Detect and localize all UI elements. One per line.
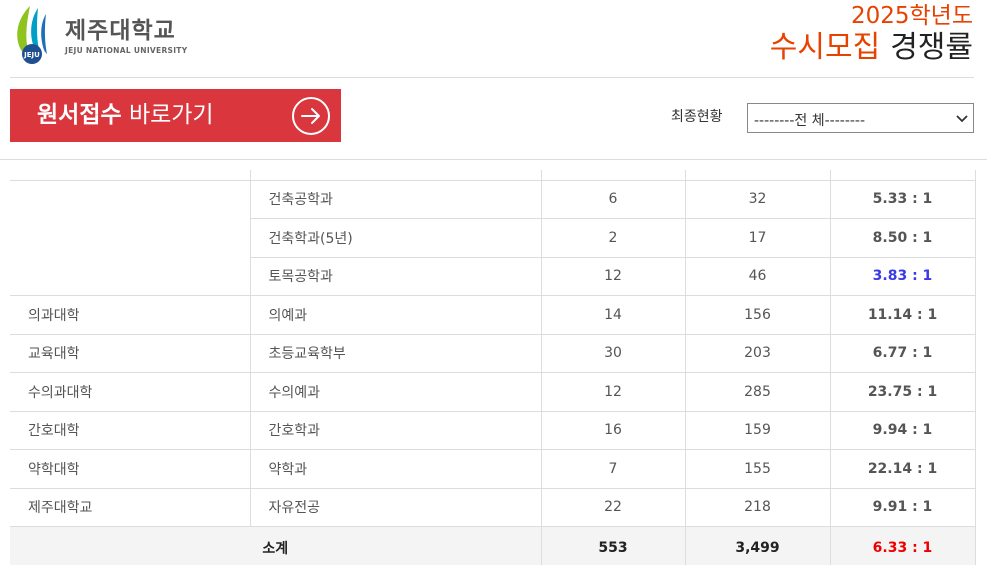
applicants-cell: 155: [684, 449, 831, 489]
college-cell: 제주대학교: [10, 487, 251, 527]
quota-cell: 22: [540, 487, 686, 527]
quota-cell: 12: [540, 372, 686, 412]
table-row: 의과대학 의예과 14 156 11.14 : 1: [10, 295, 976, 335]
header: JEJU 제주대학교 JEJU NATIONAL UNIVERSITY 2025…: [0, 0, 987, 78]
ratio-cell: 23.75 : 1: [829, 372, 976, 412]
apply-button-rest: 바로가기: [128, 102, 214, 128]
applicants-cell: 32: [684, 179, 831, 219]
competition-table: 건축공학과 6 32 5.33 : 1 건축학과(5년) 2 17 8.50 :…: [10, 170, 976, 565]
quota-cell: 7: [540, 449, 686, 489]
table-row: 약학대학 약학과 7 155 22.14 : 1: [10, 449, 976, 489]
table-row: 수의과대학 수의예과 12 285 23.75 : 1: [10, 372, 976, 412]
table-row: 건축공학과 6 32 5.33 : 1: [10, 179, 976, 296]
competition-table-container[interactable]: 건축공학과 6 32 5.33 : 1 건축학과(5년) 2 17 8.50 :…: [0, 159, 987, 565]
college-cell: 약학대학: [10, 449, 251, 489]
page-title: 수시모집 경쟁률: [770, 30, 973, 66]
filter-selected-value: --------전 체--------: [754, 113, 866, 129]
college-cell: 간호대학: [10, 410, 251, 450]
university-logo[interactable]: JEJU 제주대학교 JEJU NATIONAL UNIVERSITY: [8, 4, 188, 66]
quota-cell: 16: [540, 410, 686, 450]
applicants-cell: 17: [684, 218, 831, 258]
applicants-cell: 218: [684, 487, 831, 527]
ratio-cell: 8.50 : 1: [829, 218, 976, 258]
quota-cell: 30: [540, 333, 686, 373]
total-label-cell: 소계: [10, 526, 542, 565]
applicants-cell: 285: [684, 372, 831, 412]
college-cell: 교육대학: [10, 333, 251, 373]
dept-cell: 건축학과(5년): [250, 218, 542, 258]
page-year: 2025학년도: [850, 3, 973, 29]
filter-label: 최종현황: [671, 109, 723, 125]
quota-cell: 6: [540, 179, 686, 219]
applicants-cell: 156: [684, 295, 831, 335]
logo-name: 제주대학교: [65, 18, 176, 44]
table-total-row: 소계 553 3,499 6.33 : 1: [10, 526, 976, 565]
page-title-red: 수시모집: [769, 30, 881, 65]
quota-cell: 2: [540, 218, 686, 258]
ratio-cell: 9.91 : 1: [829, 487, 976, 527]
dept-cell: 수의예과: [249, 372, 542, 412]
ratio-cell: 22.14 : 1: [829, 449, 976, 489]
ratio-cell: 11.14 : 1: [829, 295, 976, 335]
dept-cell: 의예과: [249, 295, 542, 335]
table-row: 제주대학교 자유전공 22 218 9.91 : 1: [10, 487, 976, 527]
college-filter-select[interactable]: --------전 체--------: [747, 103, 974, 133]
apply-button-label: 원서접수 바로가기: [37, 101, 214, 129]
college-cell: [10, 179, 251, 296]
ratio-cell: 6.77 : 1: [829, 333, 976, 373]
apply-button-bold: 원서접수: [37, 102, 122, 128]
apply-shortcut-button[interactable]: 원서접수 바로가기: [10, 89, 341, 142]
dept-cell: 간호학과: [249, 410, 542, 450]
logo-badge-text: JEJU: [23, 51, 40, 59]
dept-cell: 토목공학과: [250, 256, 542, 296]
quota-cell: 12: [540, 256, 686, 296]
quota-cell: 14: [540, 295, 686, 335]
arrow-right-circle-icon: [292, 97, 330, 135]
total-applicants-cell: 3,499: [684, 526, 831, 565]
total-quota-cell: 553: [540, 526, 686, 565]
dept-cell: 약학과: [249, 449, 542, 489]
chevron-down-icon: [956, 115, 968, 123]
logo-emblem-icon: JEJU: [17, 6, 47, 64]
college-cell: 의과대학: [10, 295, 251, 335]
total-ratio-cell: 6.33 : 1: [829, 526, 976, 565]
ratio-cell: 5.33 : 1: [829, 179, 976, 219]
dept-cell: 자유전공: [249, 487, 542, 527]
applicants-cell: 203: [684, 333, 831, 373]
header-divider: [10, 77, 974, 78]
table-row-partial: [10, 170, 976, 181]
applicants-cell: 46: [684, 256, 831, 296]
table-row: 교육대학 초등교육학부 30 203 6.77 : 1: [10, 333, 976, 373]
logo-subtitle: JEJU NATIONAL UNIVERSITY: [65, 46, 188, 55]
applicants-cell: 159: [684, 410, 831, 450]
dept-cell: 건축공학과: [249, 179, 542, 219]
dept-cell: 초등교육학부: [249, 333, 542, 373]
page-title-black: 경쟁률: [890, 30, 973, 65]
ratio-cell: 9.94 : 1: [829, 410, 976, 450]
college-cell: 수의과대학: [10, 372, 251, 412]
table-row: 간호대학 간호학과 16 159 9.94 : 1: [10, 410, 976, 450]
ratio-cell: 3.83 : 1: [829, 256, 976, 296]
